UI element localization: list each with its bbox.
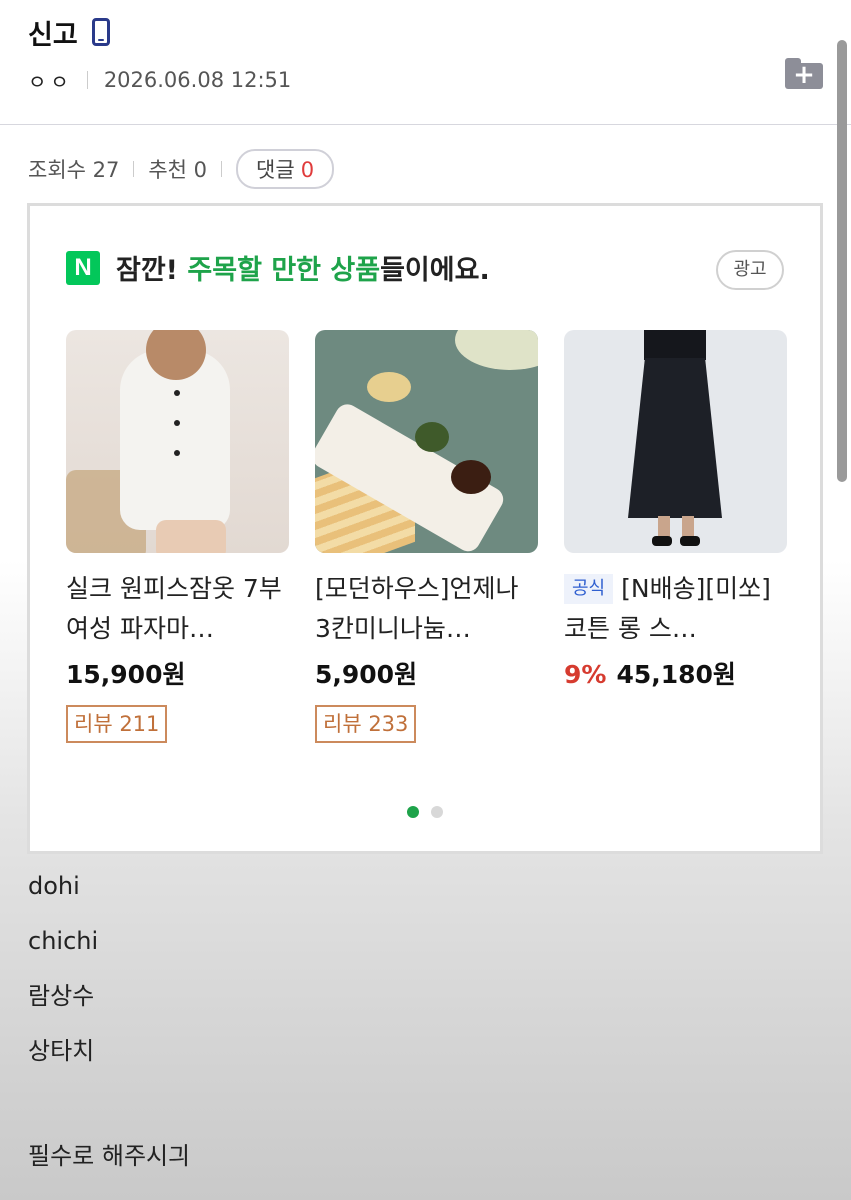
- product-title: 실크 원피스잠옷 7부 여성 파자마…: [66, 569, 289, 649]
- ad-badge[interactable]: 광고: [716, 250, 784, 290]
- bowl-shape: [455, 330, 538, 370]
- product-title: [모던하우스]언제나 3칸미니나눔…: [315, 569, 538, 649]
- post-meta: ㅇㅇ 2026.06.08 12:51: [28, 60, 823, 100]
- meta-divider: [86, 71, 88, 89]
- like-count: 추천 0: [148, 158, 208, 182]
- post-stats: 조회수 27 추천 0 댓글 0: [28, 149, 335, 189]
- folder-add-icon: +: [785, 62, 823, 89]
- long-skirt-shape: [628, 358, 722, 518]
- product-list: 실크 원피스잠옷 7부 여성 파자마… 15,900원 리뷰 211 [모던하우…: [66, 330, 787, 743]
- food-shape: [451, 460, 491, 494]
- shoe-shape: [680, 536, 700, 546]
- product-image[interactable]: [564, 330, 787, 553]
- comment-count: 0: [300, 158, 315, 182]
- body-line: chichi: [28, 927, 99, 955]
- stats-divider: [133, 161, 135, 177]
- food-shape: [415, 422, 449, 452]
- title-row: 신고: [28, 12, 823, 52]
- ad-headline: N 잠깐! 주목할 만한 상품 들이에요.: [66, 248, 490, 287]
- headline-suffix: 들이에요.: [380, 255, 490, 286]
- carousel-dot-active[interactable]: [407, 806, 419, 818]
- comment-label: 댓글: [256, 158, 295, 182]
- legs-shape: [156, 520, 226, 553]
- product-price: 15,900원: [66, 660, 186, 689]
- post-author[interactable]: ㅇㅇ: [28, 66, 73, 95]
- post-date: 2026.06.08 12:51: [103, 68, 292, 92]
- comment-button[interactable]: 댓글 0: [236, 149, 335, 189]
- discount-rate: 9%: [564, 660, 607, 689]
- headline-prefix: 잠깐!: [116, 255, 178, 286]
- post-title: 신고: [28, 19, 78, 51]
- top-shape: [644, 330, 706, 360]
- naver-n-logo: N: [66, 250, 100, 285]
- body-line: 람상수: [28, 982, 95, 1010]
- product-card[interactable]: 실크 원피스잠옷 7부 여성 파자마… 15,900원 리뷰 211: [66, 330, 289, 743]
- folder-add-button[interactable]: +: [785, 58, 823, 90]
- price-value: 45,180원: [616, 660, 736, 689]
- pajama-button-shape: [174, 390, 180, 396]
- post-body: dohi chichi 람상수 상타치 필수로 해주시긔: [28, 866, 190, 1170]
- product-card[interactable]: [모던하우스]언제나 3칸미니나눔… 5,900원 리뷰 233: [315, 330, 538, 743]
- carousel-dot[interactable]: [431, 806, 443, 818]
- headline-highlight: 주목할 만한 상품: [187, 255, 381, 286]
- product-price: 5,900원: [315, 660, 418, 689]
- product-title-text: [모던하우스]언제나 3칸미니나눔…: [315, 574, 519, 643]
- mobile-phone-icon: [91, 18, 110, 46]
- view-count: 조회수 27: [28, 158, 120, 182]
- product-price: 9% 45,180원: [564, 655, 787, 691]
- carousel-pagination: [30, 806, 820, 818]
- product-image[interactable]: [66, 330, 289, 553]
- pajama-button-shape: [174, 450, 180, 456]
- food-shape: [367, 372, 411, 402]
- product-title: 공식 [N배송][미쏘] 코튼 롱 스…: [564, 569, 787, 649]
- stats-divider: [221, 161, 223, 177]
- product-card[interactable]: 공식 [N배송][미쏘] 코튼 롱 스… 9% 45,180원: [564, 330, 787, 743]
- body-closing-line: 필수로 해주시긔: [28, 1142, 191, 1170]
- product-title-text: 실크 원피스잠옷 7부 여성 파자마…: [66, 574, 282, 643]
- product-ad-widget: N 잠깐! 주목할 만한 상품 들이에요. 광고 실크 원피스잠옷 7부 여성 파…: [27, 203, 823, 854]
- shoe-shape: [652, 536, 672, 546]
- review-badge: 리뷰 233: [315, 705, 417, 743]
- post-header: 신고 ㅇㅇ 2026.06.08 12:51 +: [28, 12, 823, 112]
- product-image[interactable]: [315, 330, 538, 553]
- pajama-button-shape: [174, 420, 180, 426]
- review-badge: 리뷰 211: [66, 705, 168, 743]
- official-badge: 공식: [564, 574, 614, 604]
- body-line: 상타치: [28, 1037, 95, 1065]
- body-line: dohi: [28, 872, 80, 900]
- header-divider: [0, 124, 851, 125]
- scrollbar-thumb[interactable]: [837, 40, 847, 482]
